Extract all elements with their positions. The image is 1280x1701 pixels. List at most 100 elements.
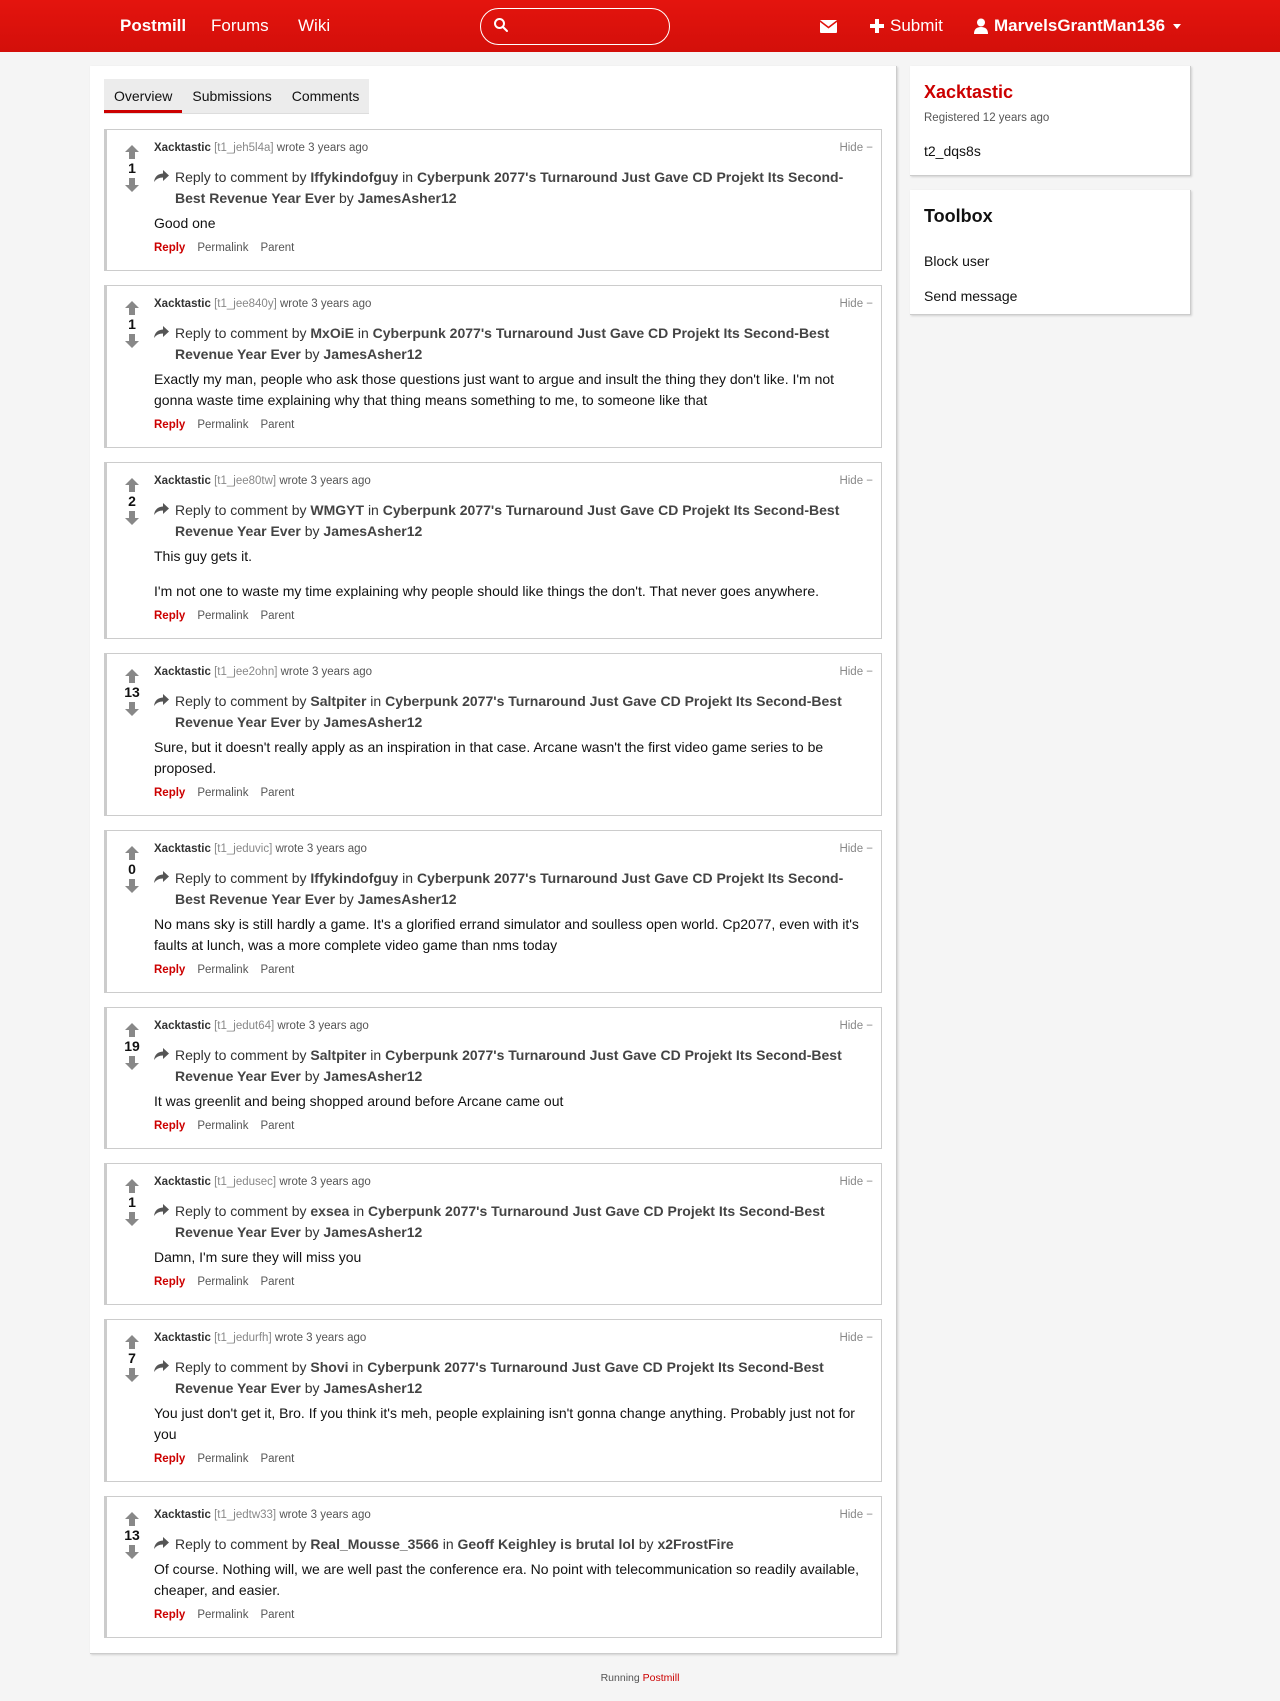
comment-author-link[interactable]: Xacktastic: [154, 1332, 211, 1344]
downvote-arrow-icon[interactable]: [121, 177, 143, 193]
parent-author-link[interactable]: Saltpiter: [310, 1047, 366, 1063]
upvote-arrow-icon[interactable]: [121, 1334, 143, 1350]
tab-submissions[interactable]: Submissions: [182, 79, 281, 113]
send-message-link[interactable]: Send message: [924, 288, 1017, 304]
brand-link[interactable]: Postmill: [120, 0, 186, 52]
post-title-link[interactable]: Geoff Keighley is brutal lol: [458, 1536, 635, 1552]
post-author-link[interactable]: JamesAsher12: [358, 190, 457, 206]
permalink-button[interactable]: Permalink: [197, 610, 248, 622]
post-author-link[interactable]: JamesAsher12: [323, 346, 422, 362]
comment-author-link[interactable]: Xacktastic: [154, 1509, 211, 1521]
in-word: in: [402, 870, 414, 886]
comment-author-link[interactable]: Xacktastic: [154, 666, 211, 678]
hide-comment-button[interactable]: Hide −: [839, 1332, 873, 1344]
parent-button[interactable]: Parent: [260, 1609, 294, 1621]
post-author-link[interactable]: JamesAsher12: [323, 1380, 422, 1396]
parent-author-link[interactable]: Iffykindofguy: [310, 169, 398, 185]
comment-author-link[interactable]: Xacktastic: [154, 142, 211, 154]
nav-forums-link[interactable]: Forums: [211, 0, 269, 52]
parent-author-link[interactable]: Iffykindofguy: [310, 870, 398, 886]
messages-button[interactable]: [820, 0, 837, 52]
parent-button[interactable]: Parent: [260, 242, 294, 254]
downvote-arrow-icon[interactable]: [121, 510, 143, 526]
parent-author-link[interactable]: Saltpiter: [310, 693, 366, 709]
hide-comment-button[interactable]: Hide −: [839, 298, 873, 310]
parent-button[interactable]: Parent: [260, 1276, 294, 1288]
upvote-arrow-icon[interactable]: [121, 1511, 143, 1527]
hide-comment-button[interactable]: Hide −: [839, 475, 873, 487]
hide-comment-button[interactable]: Hide −: [839, 1176, 873, 1188]
post-author-link[interactable]: JamesAsher12: [358, 891, 457, 907]
footer-postmill-link[interactable]: Postmill: [643, 1672, 680, 1684]
upvote-arrow-icon[interactable]: [121, 1022, 143, 1038]
hide-comment-button[interactable]: Hide −: [839, 666, 873, 678]
block-user-link[interactable]: Block user: [924, 253, 989, 269]
parent-button[interactable]: Parent: [260, 610, 294, 622]
reply-button[interactable]: Reply: [154, 964, 185, 976]
downvote-arrow-icon[interactable]: [121, 878, 143, 894]
comment-author-link[interactable]: Xacktastic: [154, 475, 211, 487]
user-menu-button[interactable]: MarvelsGrantMan136: [974, 0, 1182, 52]
reply-button[interactable]: Reply: [154, 610, 185, 622]
search-box[interactable]: [480, 8, 670, 45]
by-word: by: [338, 190, 354, 206]
post-author-link[interactable]: JamesAsher12: [323, 1224, 422, 1240]
search-input[interactable]: [515, 15, 660, 39]
post-author-link[interactable]: JamesAsher12: [323, 1068, 422, 1084]
reply-button[interactable]: Reply: [154, 787, 185, 799]
upvote-arrow-icon[interactable]: [121, 477, 143, 493]
parent-button[interactable]: Parent: [260, 787, 294, 799]
permalink-button[interactable]: Permalink: [197, 1609, 248, 1621]
upvote-arrow-icon[interactable]: [121, 144, 143, 160]
hide-comment-button[interactable]: Hide −: [839, 1509, 873, 1521]
upvote-arrow-icon[interactable]: [121, 845, 143, 861]
parent-author-link[interactable]: Real_Mousse_3566: [310, 1536, 438, 1552]
downvote-arrow-icon[interactable]: [121, 1211, 143, 1227]
permalink-button[interactable]: Permalink: [197, 964, 248, 976]
profile-username[interactable]: Xacktastic: [924, 82, 1013, 103]
downvote-arrow-icon[interactable]: [121, 1367, 143, 1383]
upvote-arrow-icon[interactable]: [121, 300, 143, 316]
post-author-link[interactable]: JamesAsher12: [323, 523, 422, 539]
hide-comment-button[interactable]: Hide −: [839, 142, 873, 154]
tab-comments[interactable]: Comments: [282, 79, 370, 113]
comment-author-link[interactable]: Xacktastic: [154, 1020, 211, 1032]
tab-overview[interactable]: Overview: [104, 79, 183, 113]
permalink-button[interactable]: Permalink: [197, 1276, 248, 1288]
parent-author-link[interactable]: Shovi: [310, 1359, 348, 1375]
permalink-button[interactable]: Permalink: [197, 1453, 248, 1465]
parent-button[interactable]: Parent: [260, 964, 294, 976]
comment-author-link[interactable]: Xacktastic: [154, 843, 211, 855]
parent-author-link[interactable]: WMGYT: [310, 502, 364, 518]
hide-comment-button[interactable]: Hide −: [839, 1020, 873, 1032]
reply-button[interactable]: Reply: [154, 1609, 185, 1621]
reply-button[interactable]: Reply: [154, 1120, 185, 1132]
comment-author-link[interactable]: Xacktastic: [154, 1176, 211, 1188]
permalink-button[interactable]: Permalink: [197, 419, 248, 431]
downvote-arrow-icon[interactable]: [121, 333, 143, 349]
downvote-arrow-icon[interactable]: [121, 1544, 143, 1560]
nav-wiki-link[interactable]: Wiki: [298, 0, 330, 52]
comment-author-link[interactable]: Xacktastic: [154, 298, 211, 310]
parent-button[interactable]: Parent: [260, 1453, 294, 1465]
parent-author-link[interactable]: exsea: [310, 1203, 349, 1219]
hide-comment-button[interactable]: Hide −: [839, 843, 873, 855]
upvote-arrow-icon[interactable]: [121, 668, 143, 684]
reply-button[interactable]: Reply: [154, 1276, 185, 1288]
post-author-link[interactable]: x2FrostFire: [657, 1536, 733, 1552]
parent-button[interactable]: Parent: [260, 419, 294, 431]
downvote-arrow-icon[interactable]: [121, 701, 143, 717]
by-word: by: [304, 1224, 320, 1240]
submit-button[interactable]: Submit: [870, 0, 943, 52]
parent-author-link[interactable]: MxOiE: [310, 325, 354, 341]
reply-button[interactable]: Reply: [154, 419, 185, 431]
parent-button[interactable]: Parent: [260, 1120, 294, 1132]
upvote-arrow-icon[interactable]: [121, 1178, 143, 1194]
reply-button[interactable]: Reply: [154, 1453, 185, 1465]
post-author-link[interactable]: JamesAsher12: [323, 714, 422, 730]
reply-button[interactable]: Reply: [154, 242, 185, 254]
permalink-button[interactable]: Permalink: [197, 787, 248, 799]
downvote-arrow-icon[interactable]: [121, 1055, 143, 1071]
permalink-button[interactable]: Permalink: [197, 242, 248, 254]
permalink-button[interactable]: Permalink: [197, 1120, 248, 1132]
